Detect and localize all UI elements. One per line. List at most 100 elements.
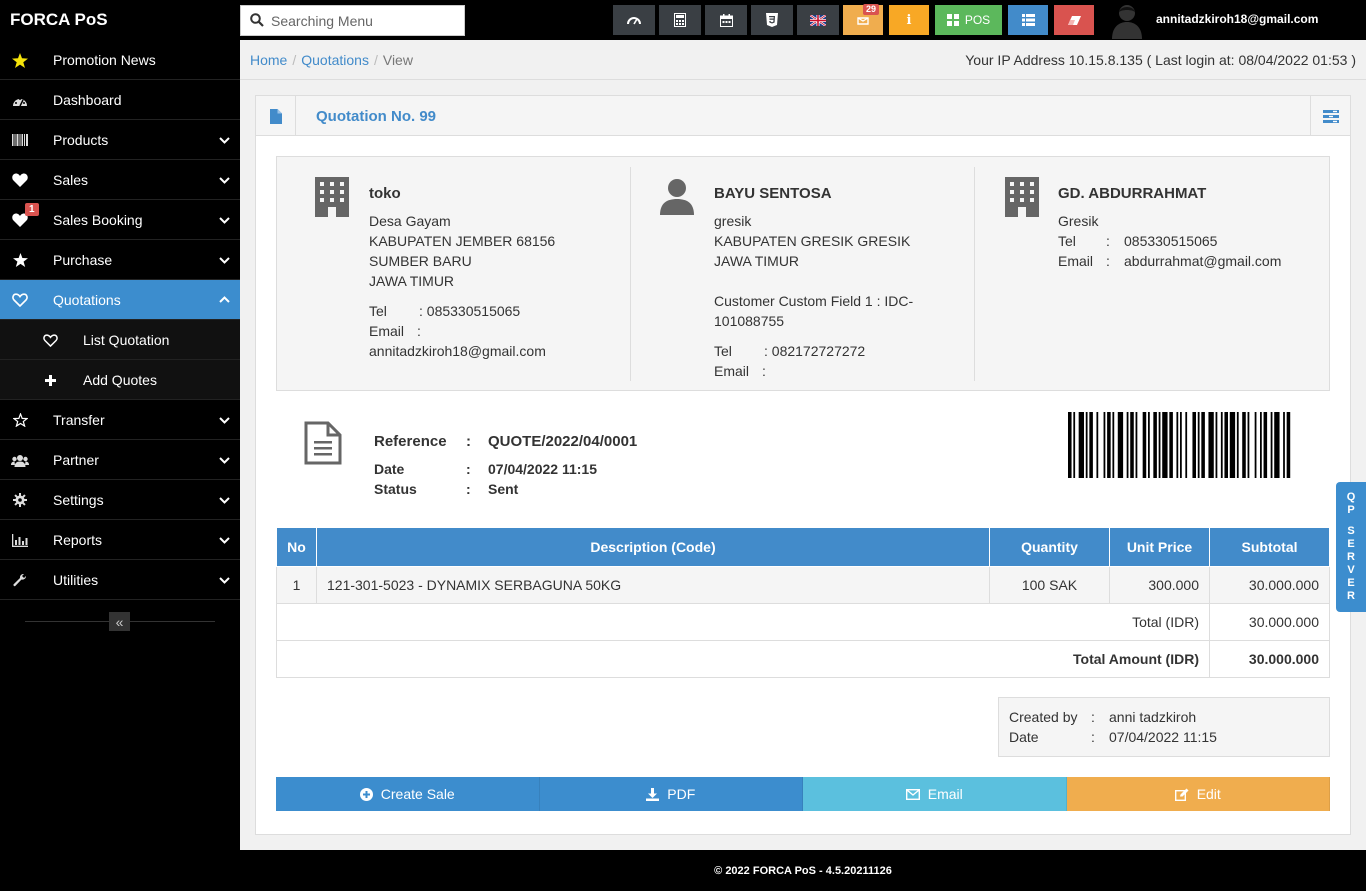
sidebar-item-label: Partner [53,452,99,468]
breadcrumb-separator: / [373,52,378,68]
search-input[interactable] [271,10,456,32]
date-label: Date [374,461,405,477]
dashboard-icon [627,17,641,25]
create-sale-label: Create Sale [380,786,455,802]
main-content: Home / Quotations / View Your IP Address 10.… [240,40,1366,850]
tasks-icon [1322,109,1339,123]
biller-tel: : 085330515065 [419,303,521,319]
biller-address-line: JAWA TIMUR [369,273,455,289]
pdf-button[interactable]: PDF [539,777,803,811]
created-by-value: anni tadzkiroh [1109,709,1197,725]
action-buttons: Create Sale PDF Email Edit [276,777,1330,811]
email-label: Email [927,786,963,802]
notifications-button[interactable]: 29 [843,4,883,35]
sidebar-subitem-add-quotes[interactable]: Add Quotes [0,360,240,400]
barcode-bar [1169,412,1173,478]
warehouse-email-label: Email [1058,253,1094,269]
barcode-bar [1220,412,1223,478]
status-separator: : [466,481,471,497]
calculator-icon [674,13,686,27]
sidebar-item-utilities[interactable]: Utilities [0,560,240,600]
total-label: Total (IDR) [276,602,1210,641]
sidebar-item-settings[interactable]: Settings [0,480,240,520]
sidebar-item-sales[interactable]: Sales [0,160,240,200]
wrench-icon [11,572,29,588]
sidebar-item-quotations[interactable]: Quotations [0,280,240,320]
info-button[interactable]: i [889,5,929,35]
warehouse-address-line: Gresik [1058,213,1099,229]
css-button[interactable] [751,5,793,35]
qp-server-tab[interactable]: Q P S E R V E R [1336,482,1366,612]
barcode-bar [1073,412,1076,478]
warehouse-tel: 085330515065 [1124,233,1218,249]
list-icon [1021,14,1035,26]
user-email[interactable]: annitadzkiroh18@gmail.com [1156,12,1318,26]
edit-label: Edit [1196,786,1221,802]
barcode-bar [1274,412,1280,478]
sidebar-subitem-label: Add Quotes [83,372,157,388]
sidebar-item-sales-booking[interactable]: 1 Sales Booking [0,200,240,240]
notification-icon [857,17,869,25]
css-icon [766,13,778,27]
avatar[interactable] [1109,1,1145,39]
biller-email: annitadzkiroh18@gmail.com [369,343,546,359]
gear-icon [11,492,29,508]
qp-server-letter: R [1347,551,1355,563]
breadcrumb-home[interactable]: Home [250,52,287,68]
reference-label: Reference [374,433,447,450]
edit-button[interactable]: Edit [1066,777,1330,811]
customer-info: BAYU SENTOSA gresik KABUPATEN GRESIK GRE… [660,157,960,390]
biller-email-separator: : [417,323,421,339]
sidebar-item-label: Sales [53,172,89,188]
sidebar-item-label: Settings [53,492,104,508]
dashboard-button[interactable] [613,5,655,35]
total-amount-row: Total Amount (IDR) 30.000.000 [276,639,1330,678]
warehouse-name: GD. ABDURRAHMAT [1058,185,1207,202]
calculator-button[interactable] [659,5,701,35]
search-box[interactable] [240,5,465,36]
barcode-bar [1158,412,1161,478]
cell-quantity: 100 SAK [989,565,1110,604]
column-header: Quantity [989,528,1110,567]
biller-address-line: KABUPATEN JEMBER 68156 [369,233,556,249]
edit-icon [1174,788,1189,801]
chevron-down-icon [219,577,230,584]
panel-menu-button[interactable] [1310,96,1350,136]
divider [630,167,631,381]
email-button[interactable]: Email [803,777,1067,811]
sidebar-item-purchase[interactable]: Purchase [0,240,240,280]
sidebar-subitem-list-quotation[interactable]: List Quotation [0,320,240,360]
sidebar-item-transfer[interactable]: Transfer [0,400,240,440]
sidebar-item-dashboard[interactable]: Dashboard [0,80,240,120]
create-sale-button[interactable]: Create Sale [276,777,540,811]
file-icon [256,96,296,136]
language-button[interactable] [797,5,839,35]
brand-logo[interactable]: FORCA PoS [10,10,108,30]
double-chevron-left-icon: « [115,613,124,630]
barcode-bar [1096,412,1099,478]
sidebar-item-reports[interactable]: Reports [0,520,240,560]
pos-button[interactable]: POS [935,5,1002,35]
biller-address-line: Desa Gayam [369,213,451,229]
barcode-bar [1263,412,1268,478]
download-icon [646,787,660,801]
clear-cache-button[interactable] [1054,5,1094,35]
table-row: 1 121-301-5023 - DYNAMIX SERBAGUNA 50KG … [276,565,1330,604]
sidebar-item-label: Dashboard [53,92,122,108]
notification-count-badge: 29 [862,4,879,15]
created-date-value: 07/04/2022 11:15 [1109,729,1217,745]
sidebar-item-label: Reports [53,532,103,548]
sidebar-collapse-button[interactable]: « [109,612,130,631]
calendar-button[interactable] [705,5,747,35]
barcode-bar [1254,412,1257,478]
total-amount-label: Total Amount (IDR) [276,639,1210,678]
sidebar-item-promotion-news[interactable]: Promotion News [0,40,240,80]
customer-email-label: Email [714,363,750,379]
breadcrumb-quotations[interactable]: Quotations [301,52,369,68]
sidebar-item-label: Promotion News [53,52,156,68]
warehouse-email-separator: : [1106,253,1110,269]
sidebar-item-products[interactable]: Products [0,120,240,160]
list-button[interactable] [1008,5,1048,35]
sidebar-item-partner[interactable]: Partner [0,440,240,480]
customer-name: BAYU SENTOSA [714,185,832,202]
